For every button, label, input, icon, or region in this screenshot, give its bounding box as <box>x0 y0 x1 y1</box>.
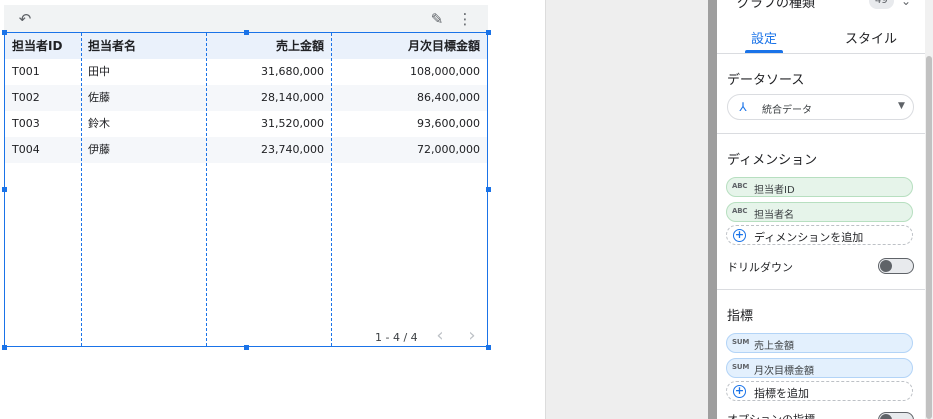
dimension-chip[interactable]: ABC 担当者名 <box>726 202 913 222</box>
chart-type-label[interactable]: グラフの種類 <box>737 0 815 11</box>
table-row: T001 田中 31,680,000 108,000,000 <box>5 59 487 85</box>
cell-sales: 23,740,000 <box>261 143 324 156</box>
resize-handle[interactable] <box>486 345 491 350</box>
cell-monthly-target: 93,600,000 <box>417 117 480 130</box>
section-divider <box>717 289 925 290</box>
resize-handle[interactable] <box>2 30 7 35</box>
cell-rep-id: T002 <box>12 91 40 104</box>
cell-rep-id: T003 <box>12 117 40 130</box>
add-circle-icon: + <box>733 228 746 242</box>
add-metric-button[interactable]: + 指標を追加 <box>726 381 913 401</box>
table-row: T004 伊藤 23,740,000 72,000,000 <box>5 137 487 163</box>
column-header-rep-id[interactable]: 担当者ID <box>5 33 81 59</box>
add-metric-label: 指標を追加 <box>754 387 809 400</box>
add-dimension-button[interactable]: + ディメンションを追加 <box>726 225 913 245</box>
metric-label: 月次目標金額 <box>754 366 814 377</box>
dimension-label: 担当者ID <box>754 185 795 196</box>
dimension-title: ディメンション <box>727 153 818 168</box>
toggle-knob <box>880 414 892 419</box>
dimension-chip[interactable]: ABC 担当者ID <box>726 177 913 197</box>
sum-aggregation-icon: SUM <box>732 338 750 346</box>
text-type-icon: ABC <box>732 207 748 215</box>
tab-setup[interactable]: 設定 <box>751 28 777 47</box>
data-source-value: 統合データ <box>762 105 812 116</box>
optional-metrics-label: オプションの指標 <box>727 411 815 419</box>
active-tab-indicator <box>745 50 783 53</box>
column-header-rep-name[interactable]: 担当者名 <box>81 33 206 59</box>
resize-handle[interactable] <box>2 345 7 350</box>
report-canvas: ↶ ✎ ⋮ 担当者ID 担当者名 売上金額 月次目標金額 T001 田中 31,… <box>0 0 545 419</box>
dimension-label: 担当者名 <box>754 210 794 221</box>
properties-panel: グラフの種類 49 ⌄ 設定 スタイル データソース ⅄ 統合データ ▼ ディメ… <box>717 0 925 419</box>
metric-chip[interactable]: SUM 月次目標金額 <box>726 358 913 378</box>
edit-icon[interactable]: ✎ <box>428 10 446 28</box>
more-options-icon[interactable]: ⋮ <box>456 10 474 28</box>
chart-toolbar: ↶ ✎ ⋮ <box>4 5 488 32</box>
next-page-button[interactable]: › <box>462 324 482 348</box>
pagination-label: 1 - 4 / 4 <box>375 331 418 344</box>
optional-metrics-toggle[interactable] <box>878 412 914 419</box>
panel-scrollbar-thumb[interactable] <box>926 56 932 419</box>
cell-sales: 31,520,000 <box>261 117 324 130</box>
column-header-sales[interactable]: 売上金額 <box>206 33 331 59</box>
cell-rep-name: 伊藤 <box>88 143 110 156</box>
panel-edge <box>708 0 717 419</box>
cell-rep-name: 佐藤 <box>88 91 110 104</box>
add-circle-icon: + <box>733 384 746 398</box>
metric-chip[interactable]: SUM 売上金額 <box>726 333 913 353</box>
tab-style[interactable]: スタイル <box>845 28 897 47</box>
cell-rep-id: T001 <box>12 65 40 78</box>
panel-tabs: 設定 スタイル <box>717 20 925 54</box>
dropdown-arrow-icon: ▼ <box>898 101 905 111</box>
cell-monthly-target: 108,000,000 <box>410 65 480 78</box>
canvas-gutter <box>545 0 708 419</box>
add-dimension-label: ディメンションを追加 <box>754 231 864 244</box>
table-chart[interactable]: 担当者ID 担当者名 売上金額 月次目標金額 T001 田中 31,680,00… <box>4 32 488 347</box>
blend-icon: ⅄ <box>739 100 747 114</box>
text-type-icon: ABC <box>732 182 748 190</box>
table-row: T003 鈴木 31,520,000 93,600,000 <box>5 111 487 137</box>
column-divider[interactable] <box>331 33 332 346</box>
toggle-knob <box>880 260 892 272</box>
table-header-row: 担当者ID 担当者名 売上金額 月次目標金額 <box>5 33 487 59</box>
column-header-monthly-target[interactable]: 月次目標金額 <box>331 33 487 59</box>
column-divider[interactable] <box>206 33 207 346</box>
cell-rep-name: 田中 <box>88 65 110 78</box>
metric-label: 売上金額 <box>754 341 794 352</box>
resize-handle[interactable] <box>2 187 7 192</box>
table-row: T002 佐藤 28,140,000 86,400,000 <box>5 85 487 111</box>
chart-type-badge: 49 <box>869 0 894 9</box>
cell-sales: 31,680,000 <box>261 65 324 78</box>
data-source-title: データソース <box>727 73 805 88</box>
section-divider <box>717 133 925 134</box>
resize-handle[interactable] <box>486 30 491 35</box>
column-divider[interactable] <box>81 33 82 346</box>
cell-monthly-target: 86,400,000 <box>417 91 480 104</box>
previous-page-button[interactable]: ‹ <box>430 324 450 348</box>
metric-title: 指標 <box>727 309 754 324</box>
cell-rep-name: 鈴木 <box>88 117 110 130</box>
sum-aggregation-icon: SUM <box>732 363 750 371</box>
data-source-select[interactable]: ⅄ 統合データ ▼ <box>727 94 914 120</box>
cell-monthly-target: 72,000,000 <box>417 143 480 156</box>
drilldown-toggle[interactable] <box>878 258 914 274</box>
cell-rep-id: T004 <box>12 143 40 156</box>
cell-sales: 28,140,000 <box>261 91 324 104</box>
undo-icon[interactable]: ↶ <box>16 10 34 28</box>
chevron-down-icon[interactable]: ⌄ <box>901 0 911 8</box>
resize-handle[interactable] <box>244 30 249 35</box>
resize-handle[interactable] <box>486 187 491 192</box>
drilldown-label: ドリルダウン <box>727 261 793 274</box>
resize-handle[interactable] <box>244 345 249 350</box>
